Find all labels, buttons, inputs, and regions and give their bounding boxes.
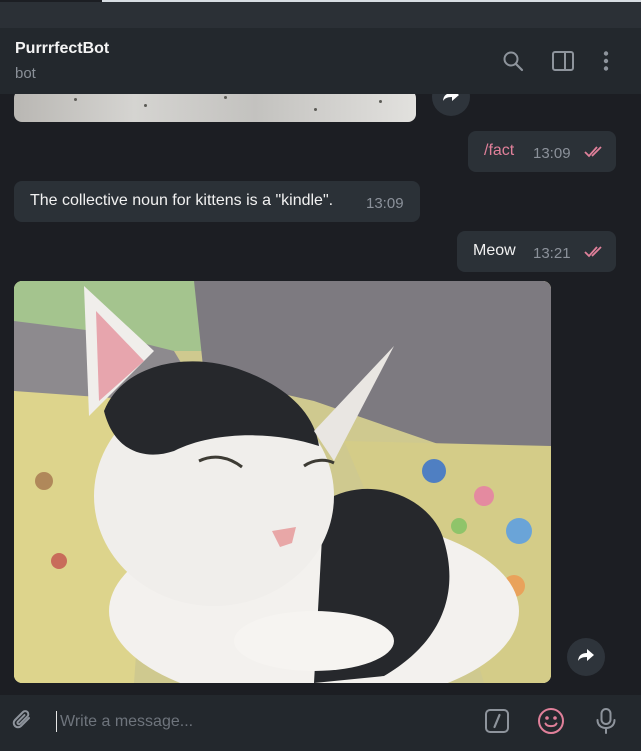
tab-indicator: [0, 0, 102, 2]
emoji-button[interactable]: [537, 707, 565, 740]
message-outgoing[interactable]: /fact 13:09: [468, 131, 616, 172]
more-menu-button[interactable]: [593, 48, 619, 74]
attach-button[interactable]: [9, 709, 37, 737]
bot-commands-button[interactable]: [483, 708, 511, 739]
bot-command-link[interactable]: /fact: [484, 142, 514, 160]
cat-photo-message[interactable]: [14, 281, 551, 683]
message-text: Meow: [473, 242, 516, 259]
message-composer[interactable]: Write a message...: [0, 695, 641, 751]
chat-subtitle: bot: [15, 65, 36, 82]
message-time: 13:21: [533, 245, 571, 262]
emoji-icon: [537, 707, 565, 740]
forward-arrow-icon: [577, 648, 595, 667]
window-top-strip: [0, 0, 641, 28]
cat-photo-image: [14, 281, 551, 683]
search-icon: [502, 50, 524, 72]
message-outgoing[interactable]: Meow 13:21: [457, 231, 616, 272]
search-button[interactable]: [500, 48, 526, 74]
message-incoming[interactable]: The collective noun for kittens is a "ki…: [14, 181, 420, 222]
sidebar-toggle-icon: [551, 50, 575, 72]
chat-title[interactable]: PurrrfectBot: [15, 40, 109, 58]
message-list[interactable]: /fact 13:09 The collective noun for kitt…: [0, 94, 641, 695]
text-caret: [56, 711, 57, 732]
photo-message-partial[interactable]: [14, 94, 416, 122]
bot-commands-icon: [484, 708, 510, 739]
forward-button[interactable]: [567, 638, 605, 676]
voice-record-button[interactable]: [592, 707, 620, 740]
tab-bar-edge: [102, 0, 641, 2]
double-check-icon: [584, 145, 606, 163]
chat-header[interactable]: PurrrfectBot bot: [0, 28, 641, 94]
forward-arrow-icon: [442, 94, 460, 107]
message-input[interactable]: Write a message...: [60, 713, 193, 731]
paperclip-icon: [10, 708, 36, 739]
message-time: 13:09: [366, 195, 404, 212]
double-check-icon: [584, 245, 606, 263]
microphone-icon: [594, 707, 618, 740]
sidebar-toggle-button[interactable]: [550, 48, 576, 74]
message-time: 13:09: [533, 145, 571, 162]
more-vertical-icon: [602, 50, 610, 72]
message-text: The collective noun for kittens is a "ki…: [30, 192, 334, 209]
forward-button[interactable]: [432, 94, 470, 116]
